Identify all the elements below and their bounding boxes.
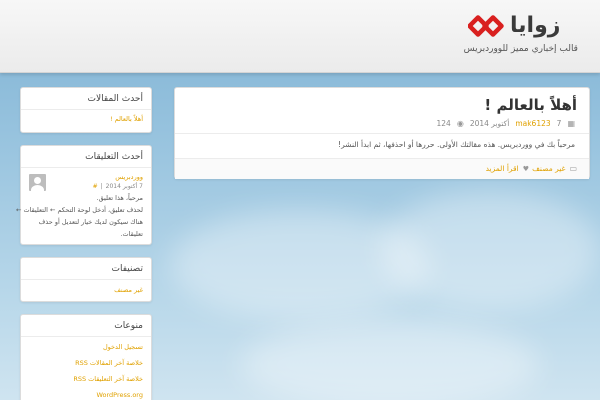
post-footer: ▭ غير مصنف ♥ اقرأ المزيد [175,158,589,179]
comment-author-link[interactable]: ووردبريس [115,173,143,181]
comment-line: تعليقات. [120,230,143,238]
read-more-label[interactable]: اقرأ المزيد [486,164,519,173]
widget-divider [21,109,151,110]
post-card: أهلاً بالعالم ! ▦ 7 mak6123 أكتوبر 2014 … [174,87,590,179]
widget-title: منوعات [114,321,143,331]
logo-row: زوايا [468,12,578,40]
comment-line: هناك سيكون لديك خيار لتعديل أو حذف [38,218,143,226]
post-date: أكتوبر 2014 [469,119,510,128]
post-category-label[interactable]: غير مصنف [532,164,565,173]
recent-post-link[interactable]: أهلاً بالعالم ! [110,115,143,123]
widget-title: أحدث التعليقات [85,152,143,162]
meta-link-comments-rss[interactable]: خلاصة آخر التعليقات RSS [73,375,143,383]
read-more-link[interactable]: ♥ اقرأ المزيد [486,164,529,173]
background-cloud [240,320,540,400]
post-views: 124 [436,119,451,128]
meta-link-login[interactable]: تسجيل الدخول [103,343,143,351]
widget-title: تصنيفات [111,264,143,274]
category-link[interactable]: غير مصنف [114,286,143,294]
logo-text: زوايا [510,13,561,38]
post-excerpt: مرحباً بك في ووردبريس. هذه مقالتك الأولى… [338,140,575,149]
comment-meta: 7 أكتوبر 2014 | # [92,183,143,190]
widget-recent-posts: أحدث المقالات أهلاً بالعالم ! [20,87,152,133]
post-title[interactable]: أهلاً بالعالم ! [484,94,577,116]
avatar [29,174,46,191]
widget-divider [21,336,151,337]
comment-line: مرحباً، هذا تعليق. [96,194,143,202]
post-divider [175,133,589,134]
comment-permalink[interactable]: # [93,183,98,190]
widget-title: أحدث المقالات [87,94,143,104]
widget-divider [21,279,151,280]
widget-recent-comments: أحدث التعليقات ووردبريس 7 أكتوبر 2014 | … [16,145,152,245]
comment-line: لحذف تعليق، أدخل لوحة التحكم ← التعليقات… [16,206,143,214]
site-header: زوايا قالب إخباري مميز للووردبريس [0,0,600,73]
site-logo[interactable]: زوايا قالب إخباري مميز للووردبريس [464,12,578,62]
background-cloud [380,190,600,310]
meta-link-posts-rss[interactable]: خلاصة آخر المقالات RSS [75,359,143,367]
post-author[interactable]: mak6123 [515,119,550,128]
widget-categories: تصنيفات غير مصنف [20,257,152,302]
site-tagline: قالب إخباري مميز للووردبريس [463,44,578,54]
widget-meta: منوعات تسجيل الدخول خلاصة آخر المقالات R… [20,314,152,400]
heart-icon: ♥ [522,164,529,173]
post-meta: ▦ 7 mak6123 أكتوبر 2014 ◉ 124 [437,119,576,128]
post-category[interactable]: ▭ غير مصنف [532,164,577,173]
calendar-icon: ▦ [567,119,575,128]
meta-link-wordpress[interactable]: WordPress.org [96,391,143,399]
post-comment-count[interactable]: 7 [557,119,562,128]
widget-divider [21,167,151,168]
comment-date: 7 أكتوبر 2014 [105,183,143,190]
folder-icon: ▭ [569,164,577,173]
eye-icon: ◉ [456,119,464,128]
logo-mark-icon [468,15,504,37]
